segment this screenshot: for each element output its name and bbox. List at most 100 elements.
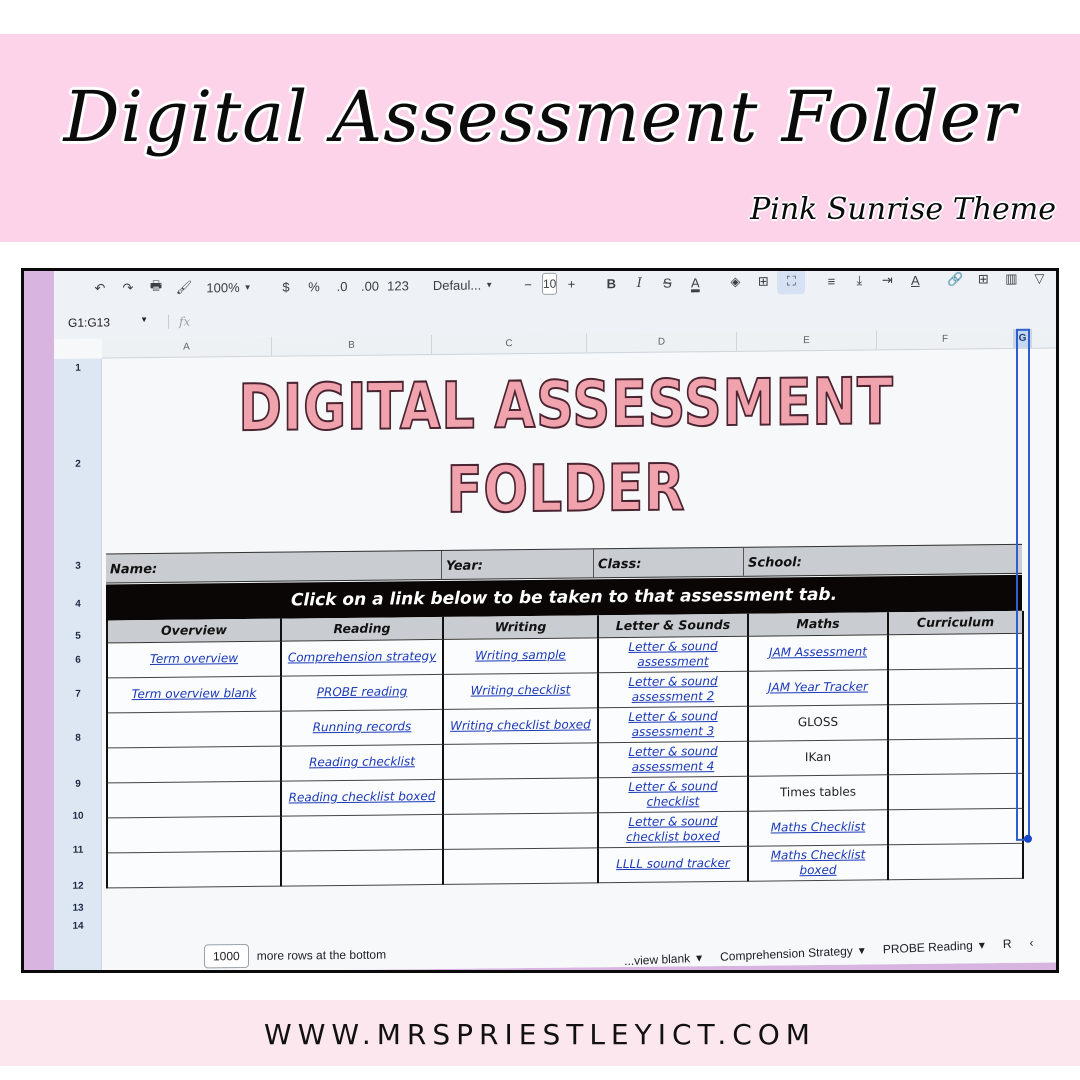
fill-color-icon[interactable]: ◈ (721, 271, 749, 295)
table-cell[interactable]: Letter & sound assessment 2 (598, 670, 748, 708)
table-cell[interactable] (107, 710, 281, 748)
assessment-link[interactable]: Letter & sound assessment 3 (628, 709, 717, 739)
comment-icon[interactable]: ⊞ (969, 271, 997, 292)
table-cell[interactable] (888, 772, 1023, 810)
assessment-link[interactable]: LLLL sound tracker (616, 856, 730, 871)
link-icon[interactable]: 🔗 (941, 271, 969, 293)
table-cell[interactable]: IKan (748, 739, 888, 776)
table-cell[interactable]: Letter & sound checklist (598, 775, 748, 813)
row-header[interactable]: 5 (54, 630, 102, 642)
assessment-link[interactable]: Term overview blank (132, 686, 257, 701)
strikethrough-button[interactable]: S (653, 271, 681, 296)
column-header-d[interactable]: D (587, 331, 737, 353)
redo-icon[interactable]: ↷ (114, 275, 142, 301)
print-icon[interactable]: 🖶 (142, 275, 170, 301)
column-header-e[interactable]: E (737, 330, 877, 351)
filter-icon[interactable]: ▽ (1025, 271, 1053, 292)
table-cell[interactable]: Letter & sound checklist boxed (598, 810, 748, 848)
row-header[interactable]: 9 (54, 778, 102, 790)
assessment-link[interactable]: Letter & sound assessment 2 (628, 674, 717, 704)
table-cell[interactable]: LLLL sound tracker (598, 845, 748, 883)
text-wrap-icon[interactable]: ⇥ (873, 271, 901, 293)
table-cell[interactable]: Writing sample (443, 637, 598, 674)
row-header[interactable]: 6 (54, 654, 102, 666)
row-header[interactable]: 10 (54, 810, 102, 822)
zoom-select[interactable]: 100% ▼ (198, 274, 260, 301)
table-cell[interactable] (281, 848, 443, 886)
year-field[interactable]: Year: (442, 549, 594, 579)
assessment-link[interactable]: JAM Assessment (769, 644, 867, 659)
sheet-tab[interactable]: R (1003, 937, 1012, 951)
assessment-link[interactable]: JAM Year Tracker (768, 679, 868, 694)
font-select[interactable]: Defaul... ▼ (424, 271, 502, 298)
row-header[interactable]: 1 (54, 362, 102, 374)
table-cell[interactable] (443, 847, 598, 884)
table-cell[interactable]: Term overview (107, 640, 281, 678)
add-rows-count-input[interactable]: 1000 (204, 943, 249, 969)
table-cell[interactable] (443, 812, 598, 849)
table-cell[interactable]: Times tables (748, 774, 888, 811)
text-rotation-icon[interactable]: A (901, 271, 929, 293)
row-header[interactable]: 14 (54, 920, 102, 932)
row-header[interactable]: 12 (54, 880, 102, 892)
table-cell[interactable] (443, 742, 598, 779)
font-size-input[interactable]: 10 (542, 272, 558, 295)
decrease-decimal-button[interactable]: .0 (328, 273, 356, 299)
table-cell[interactable] (443, 777, 598, 814)
table-cell[interactable] (888, 807, 1023, 845)
table-cell[interactable]: Comprehension strategy (281, 638, 443, 676)
table-cell[interactable] (107, 780, 281, 818)
row-header[interactable]: 11 (54, 844, 102, 856)
column-header-f[interactable]: F (877, 328, 1014, 350)
vertical-align-icon[interactable]: ⤓ (845, 271, 873, 294)
table-cell[interactable] (107, 745, 281, 783)
row-header[interactable]: 4 (54, 598, 102, 610)
undo-icon[interactable]: ↶ (86, 275, 114, 301)
column-header-b[interactable]: B (272, 335, 432, 356)
table-cell[interactable] (888, 667, 1023, 705)
table-cell[interactable]: Letter & sound assessment 4 (598, 740, 748, 778)
assessment-link[interactable]: PROBE reading (317, 684, 408, 699)
class-field[interactable]: Class: (594, 547, 744, 578)
table-cell[interactable]: Maths Checklist (748, 809, 888, 846)
table-cell[interactable]: PROBE reading (281, 673, 443, 711)
assessment-link[interactable]: Maths Checklist (771, 820, 866, 835)
assessment-link[interactable]: Reading checklist (309, 754, 415, 769)
table-cell[interactable]: Letter & sound assessment (598, 635, 748, 673)
table-cell[interactable]: Maths Checklist boxed (748, 844, 888, 881)
number-format-button[interactable]: 123 (384, 272, 412, 298)
font-size-decrease-button[interactable]: − (514, 271, 542, 297)
fill-handle[interactable] (1024, 834, 1032, 843)
chart-icon[interactable]: ▥ (997, 271, 1025, 292)
row-header[interactable]: 3 (54, 560, 102, 572)
row-header[interactable]: 13 (54, 902, 102, 914)
table-cell[interactable]: JAM Assessment (748, 634, 888, 671)
increase-decimal-button[interactable]: .00 (356, 273, 384, 299)
table-cell[interactable]: Term overview blank (107, 675, 281, 713)
table-cell[interactable] (107, 815, 281, 853)
paint-format-icon[interactable]: 🖌 (170, 274, 198, 300)
table-cell[interactable]: Writing checklist (443, 672, 598, 709)
assessment-link[interactable]: Letter & sound checklist boxed (626, 814, 720, 844)
bold-button[interactable]: B (597, 271, 625, 296)
website-url[interactable]: WWW.MRSPRIESTLEYICT.COM (0, 1018, 1080, 1051)
table-cell[interactable]: GLOSS (748, 704, 888, 741)
selected-range-g1-g13[interactable] (1016, 328, 1030, 841)
horizontal-align-icon[interactable]: ≡ (817, 271, 845, 294)
row-header[interactable]: 2 (54, 458, 102, 470)
table-cell[interactable] (888, 702, 1023, 740)
borders-icon[interactable]: ⊞ (749, 271, 777, 295)
row-header[interactable]: 8 (54, 732, 102, 744)
table-cell[interactable] (281, 813, 443, 851)
assessment-link[interactable]: Writing sample (475, 648, 566, 663)
table-cell[interactable]: Running records (281, 708, 443, 746)
table-cell[interactable] (888, 632, 1023, 670)
assessment-link[interactable]: Comprehension strategy (288, 649, 436, 665)
percent-button[interactable]: % (300, 273, 328, 299)
table-cell[interactable]: JAM Year Tracker (748, 669, 888, 706)
column-header-c[interactable]: C (432, 333, 587, 355)
assessment-link[interactable]: Letter & sound assessment 4 (628, 744, 717, 774)
italic-button[interactable]: I (625, 271, 653, 296)
currency-button[interactable]: $ (272, 273, 300, 299)
school-field[interactable]: School: (744, 545, 1022, 576)
